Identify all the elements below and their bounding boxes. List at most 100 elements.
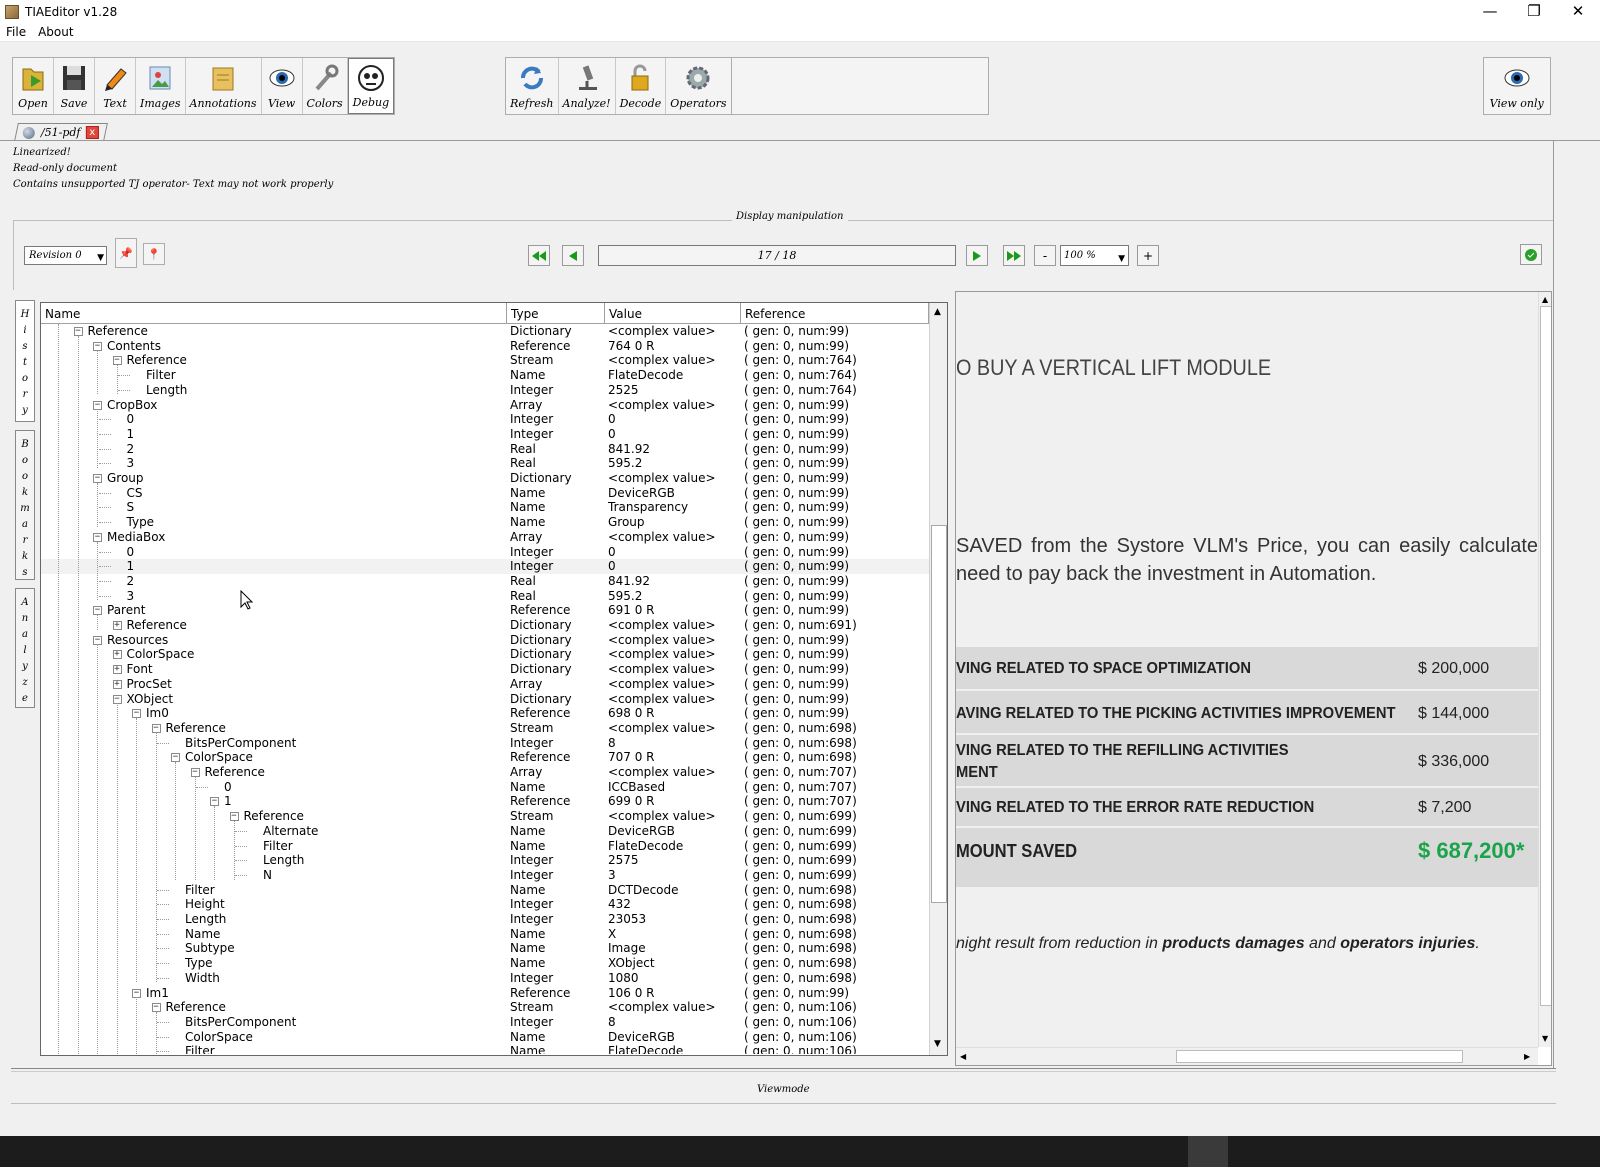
- zoom-in-button[interactable]: +: [1137, 245, 1159, 266]
- document-tab[interactable]: /51-pdf x: [14, 123, 108, 141]
- view-button[interactable]: View: [262, 58, 303, 114]
- save-button[interactable]: Save: [54, 58, 95, 114]
- operators-button[interactable]: Operators: [666, 58, 730, 114]
- tree-row[interactable]: 3 Real 595.2 ( gen: 0, num:99): [41, 589, 929, 604]
- tree-row[interactable]: BitsPerComponent Integer 8 ( gen: 0, num:69…: [41, 736, 929, 751]
- scroll-right-icon[interactable]: ▶: [1524, 1052, 1530, 1061]
- tree-row[interactable]: 2 Real 841.92 ( gen: 0, num:99): [41, 574, 929, 589]
- tree-row[interactable]: + Reference Dictionary <complex value> ( gen…: [41, 618, 929, 633]
- tree-row[interactable]: Length Integer 2525 ( gen: 0, num:764): [41, 383, 929, 398]
- next-page-button[interactable]: [966, 245, 988, 266]
- tree-row[interactable]: Type Name XObject ( gen: 0, num:698): [41, 956, 929, 971]
- images-button[interactable]: Images: [136, 58, 186, 114]
- bookmark-add-button[interactable]: 📌: [115, 238, 137, 268]
- collapse-icon[interactable]: −: [112, 356, 122, 366]
- scroll-down-icon[interactable]: ▼: [934, 1039, 941, 1049]
- column-header-value[interactable]: Value: [605, 303, 741, 323]
- column-header-name[interactable]: Name: [41, 303, 507, 323]
- analyze-button[interactable]: Analyze!: [559, 58, 616, 114]
- tree-row[interactable]: Height Integer 432 ( gen: 0, num:698): [41, 897, 929, 912]
- zoom-select[interactable]: 100 % ▼: [1060, 245, 1129, 266]
- view-only-button[interactable]: View only: [1484, 58, 1550, 114]
- expand-icon[interactable]: +: [112, 665, 122, 675]
- collapse-icon[interactable]: −: [93, 635, 102, 645]
- revision-select[interactable]: Revision 0 ▼: [24, 246, 107, 265]
- tab-history[interactable]: History: [15, 300, 35, 422]
- scroll-up-icon[interactable]: ▲: [934, 307, 941, 317]
- tree-row[interactable]: 0 Integer 0 ( gen: 0, num:99): [41, 545, 929, 560]
- scroll-up-icon[interactable]: ▲: [1542, 295, 1548, 304]
- tree-row[interactable]: 2 Real 841.92 ( gen: 0, num:99): [41, 442, 929, 457]
- tree-row[interactable]: − Reference Stream <complex value> ( gen: 0,…: [41, 1000, 929, 1015]
- tree-row[interactable]: + Font Dictionary <complex value> ( gen: 0, …: [41, 662, 929, 677]
- collapse-icon[interactable]: −: [93, 341, 102, 351]
- collapse-icon[interactable]: −: [93, 474, 102, 483]
- tree-row[interactable]: − Im0 Reference 698 0 R ( gen: 0, num:99): [41, 706, 929, 721]
- tree-row[interactable]: 1 Integer 0 ( gen: 0, num:99): [41, 427, 929, 442]
- tree-row[interactable]: − MediaBox Array <complex value> ( gen: 0, n…: [41, 530, 929, 545]
- preview-vertical-scrollbar[interactable]: ▲ ▼: [1538, 292, 1551, 1047]
- tree-row[interactable]: + ColorSpace Dictionary <complex value> ( ge…: [41, 647, 929, 662]
- bookmark-remove-button[interactable]: 📍: [143, 243, 165, 265]
- open-button[interactable]: Open: [13, 58, 54, 114]
- tree-row[interactable]: CS Name DeviceRGB ( gen: 0, num:99): [41, 486, 929, 501]
- preview-horizontal-scrollbar[interactable]: ◀ ▶: [956, 1047, 1538, 1065]
- tree-row[interactable]: 3 Real 595.2 ( gen: 0, num:99): [41, 456, 929, 471]
- tree-row[interactable]: − Contents Reference 764 0 R ( gen: 0, num:9…: [41, 339, 929, 354]
- tree-row[interactable]: − Parent Reference 691 0 R ( gen: 0, num:99): [41, 603, 929, 618]
- collapse-icon[interactable]: −: [190, 768, 200, 777]
- menu-file[interactable]: File: [0, 25, 32, 39]
- zoom-out-button[interactable]: -: [1034, 245, 1056, 266]
- tree-row[interactable]: S Name Transparency ( gen: 0, num:99): [41, 500, 929, 515]
- tree-row[interactable]: + ProcSet Array <complex value> ( gen: 0, nu…: [41, 677, 929, 692]
- collapse-icon[interactable]: −: [93, 606, 102, 616]
- decode-button[interactable]: Decode: [616, 58, 667, 114]
- tree-row[interactable]: BitsPerComponent Integer 8 ( gen: 0, num:10…: [41, 1015, 929, 1030]
- tree-row[interactable]: − XObject Dictionary <complex value> ( gen: …: [41, 692, 929, 707]
- restore-button[interactable]: ❐: [1512, 0, 1556, 23]
- collapse-icon[interactable]: −: [171, 753, 180, 763]
- taskbar-item[interactable]: [1188, 1136, 1228, 1167]
- collapse-icon[interactable]: −: [210, 797, 219, 807]
- column-header-type[interactable]: Type: [507, 303, 605, 323]
- collapse-icon[interactable]: −: [132, 988, 141, 998]
- tree-row[interactable]: Name Name X ( gen: 0, num:698): [41, 927, 929, 942]
- menu-about[interactable]: About: [32, 25, 79, 39]
- close-window-button[interactable]: ✕: [1556, 0, 1600, 23]
- text-button[interactable]: Text: [95, 58, 136, 114]
- tree-vertical-scrollbar[interactable]: ▲ ▼: [929, 303, 947, 1055]
- tree-row[interactable]: Filter Name FlateDecode ( gen: 0, num:764): [41, 368, 929, 383]
- expand-icon[interactable]: +: [112, 650, 122, 660]
- collapse-icon[interactable]: −: [151, 723, 161, 733]
- tree-row[interactable]: − Resources Dictionary <complex value> ( gen…: [41, 633, 929, 648]
- scroll-down-icon[interactable]: ▼: [1542, 1034, 1548, 1043]
- tree-row[interactable]: 0 Integer 0 ( gen: 0, num:99): [41, 412, 929, 427]
- minimize-button[interactable]: —: [1468, 0, 1512, 23]
- scrollbar-thumb[interactable]: [1176, 1050, 1463, 1063]
- collapse-icon[interactable]: −: [132, 709, 141, 719]
- tree-row[interactable]: ColorSpace Name DeviceRGB ( gen: 0, num:106…: [41, 1030, 929, 1045]
- tree-row[interactable]: − Im1 Reference 106 0 R ( gen: 0, num:99): [41, 986, 929, 1001]
- tree-row[interactable]: − Group Dictionary <complex value> ( gen: 0,…: [41, 471, 929, 486]
- close-tab-icon[interactable]: x: [85, 126, 99, 139]
- status-button[interactable]: [1520, 244, 1542, 265]
- tree-row[interactable]: 1 Integer 0 ( gen: 0, num:99): [41, 559, 929, 574]
- collapse-icon[interactable]: −: [73, 327, 83, 336]
- tab-bookmarks[interactable]: Bookmarks: [15, 430, 35, 580]
- first-page-button[interactable]: [528, 245, 550, 266]
- tree-row[interactable]: Length Integer 23053 ( gen: 0, num:698): [41, 912, 929, 927]
- tree-row[interactable]: Type Name Group ( gen: 0, num:99): [41, 515, 929, 530]
- collapse-icon[interactable]: −: [229, 812, 239, 822]
- tree-row[interactable]: Filter Name DCTDecode ( gen: 0, num:698): [41, 883, 929, 898]
- tree-row[interactable]: − Reference Stream <complex value> ( gen: 0,…: [41, 353, 929, 368]
- previous-page-button[interactable]: [562, 245, 584, 266]
- collapse-icon[interactable]: −: [93, 532, 102, 542]
- last-page-button[interactable]: [1003, 245, 1025, 266]
- debug-button[interactable]: Debug: [347, 58, 395, 114]
- scrollbar-thumb[interactable]: [1540, 306, 1551, 1006]
- page-number-field[interactable]: 17 / 18: [598, 245, 956, 266]
- collapse-icon[interactable]: −: [112, 694, 122, 704]
- tree-row[interactable]: Width Integer 1080 ( gen: 0, num:698): [41, 971, 929, 986]
- tab-analyze[interactable]: Analyze: [15, 588, 35, 708]
- annotations-button[interactable]: Annotations: [186, 58, 262, 114]
